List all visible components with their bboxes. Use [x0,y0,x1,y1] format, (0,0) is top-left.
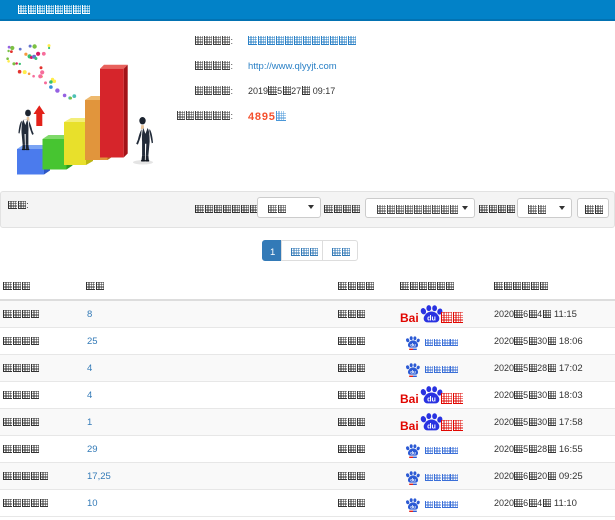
svg-text:du: du [410,450,416,455]
svg-text:du: du [410,342,416,347]
svg-text:du: du [410,369,416,374]
svg-text:du: du [410,504,416,509]
svg-text:du: du [410,477,416,482]
svg-text:du: du [427,313,436,322]
svg-text:du: du [427,394,436,403]
svg-text:du: du [427,421,436,430]
